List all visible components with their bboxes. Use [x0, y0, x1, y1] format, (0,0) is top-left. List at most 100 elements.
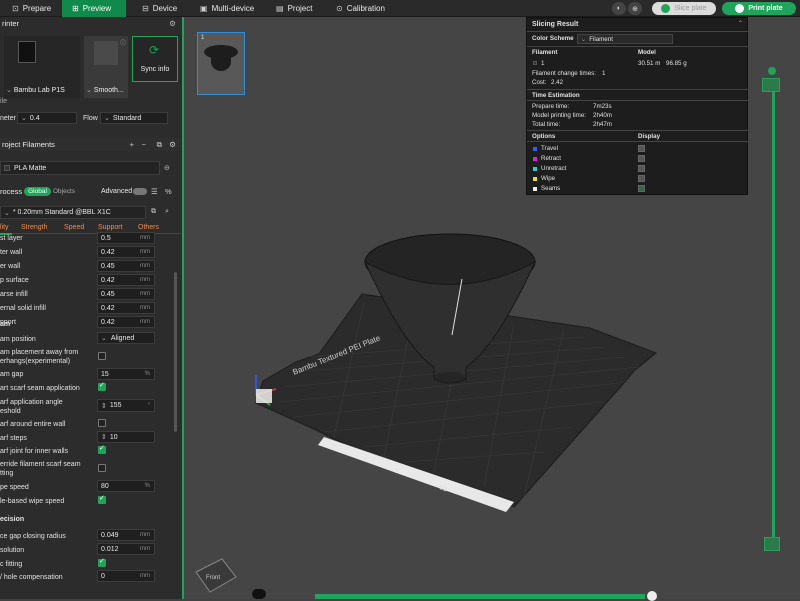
plate-thumbnail[interactable]: 1 [197, 32, 245, 95]
display-checkbox[interactable] [638, 165, 645, 172]
filament-column-header: Filament [532, 49, 558, 56]
scarf-around-checkbox[interactable] [98, 419, 106, 427]
option-swatch [533, 187, 537, 191]
camera-icon[interactable] [252, 589, 266, 599]
seam-position-select[interactable]: ⌄ Aligned [97, 332, 155, 344]
display-checkbox[interactable] [638, 185, 645, 192]
layer-slider-knob[interactable] [768, 67, 776, 75]
tab-preview[interactable]: ⊞ Preview [62, 0, 126, 17]
plate-name: Smooth... [93, 87, 124, 94]
scarf-around-label: arf around entire wall [0, 421, 66, 428]
add-filament-icon[interactable]: + [130, 140, 134, 149]
scarf-angle-stepper[interactable]: ⇕ 155 ° [97, 399, 155, 412]
filament-edit-icon[interactable]: ⊖ [164, 164, 170, 172]
device-icon: ⊟ [142, 4, 149, 13]
tab-prepare[interactable]: ⊡ Prepare [8, 0, 62, 17]
option-swatch [533, 177, 537, 181]
print-plate-button[interactable]: Print plate [722, 2, 796, 15]
view-toggle-icon[interactable]: ◐ [612, 2, 626, 15]
scarf-inner-checkbox[interactable] [98, 444, 106, 454]
tab-support[interactable]: Support [98, 224, 123, 231]
hole-compensation-input[interactable]: 0 mm [97, 570, 155, 582]
seam-placement-checkbox[interactable] [98, 352, 106, 360]
filament-index: 1 [541, 60, 545, 67]
top-toolbar: ⊡ Prepare ⊞ Preview ⊟ Device ▣ Multi-device … [0, 0, 800, 17]
wipe-speed-input[interactable]: 80% [97, 480, 155, 492]
wipe-speed-label: pe speed [0, 484, 29, 491]
tab-strength[interactable]: Strength [21, 224, 47, 231]
tab-calibration[interactable]: ⊙ Calibration [336, 0, 385, 17]
line-width-input[interactable]: 0.42 mm [97, 316, 155, 328]
line-width-input[interactable]: 0.45 mm [97, 260, 155, 272]
color-scheme-select[interactable]: ⌄ Filament [577, 34, 673, 44]
line-width-input[interactable]: 0.42 mm [97, 246, 155, 258]
filament-settings-icon[interactable]: ⚙ [169, 140, 176, 149]
plate-card[interactable]: ⓘ ⌄ Smooth... [84, 36, 128, 98]
seam-gap-input[interactable]: 15% [97, 368, 155, 380]
model-time-label: Model printing time: [532, 112, 586, 119]
filament-swatch [533, 61, 537, 65]
preview-icon: ⊞ [72, 4, 79, 13]
remove-filament-icon[interactable]: − [142, 140, 146, 149]
layer-slider-bottom-handle[interactable] [764, 537, 780, 551]
process-section-header: rocess Global Objects Advanced ☰ % [0, 185, 182, 198]
advanced-switch[interactable] [133, 188, 147, 195]
display-checkbox[interactable] [638, 145, 645, 152]
option-swatch [533, 167, 537, 171]
slice-plate-button[interactable]: Slice plate [652, 2, 716, 15]
move-slider-track[interactable] [315, 594, 645, 599]
tab-speed[interactable]: Speed [64, 224, 84, 231]
scarf-steps-stepper[interactable]: ⇕ 10 [97, 431, 155, 443]
filament-select[interactable]: PLA Matte [0, 161, 160, 175]
globe-icon[interactable]: ⊕ [628, 2, 642, 15]
sync-info-button[interactable]: ⟳ Sync info [132, 36, 178, 82]
advanced-label: Advanced [101, 188, 133, 195]
cost-value: 2.42 [551, 79, 564, 86]
info-icon[interactable]: ⓘ [120, 38, 126, 47]
scarf-seam-checkbox[interactable] [98, 381, 106, 391]
line-width-input[interactable]: 0.42 mm [97, 302, 155, 314]
printer-card[interactable]: ⌄ Bambu Lab P1S [4, 36, 80, 98]
tab-project[interactable]: ▤ Project [276, 0, 312, 17]
process-preset-select[interactable]: ⌄ * 0.20mm Standard @BBL X1C [0, 206, 146, 219]
collapse-icon[interactable]: ⌃ [738, 20, 743, 27]
display-checkbox[interactable] [638, 175, 645, 182]
display-checkbox[interactable] [638, 155, 645, 162]
layer-slider-top-handle[interactable] [762, 78, 780, 92]
settings-icon[interactable]: ⚙ [169, 19, 176, 28]
tab-others[interactable]: Others [138, 224, 159, 231]
plate-thumbnail-index: 1 [201, 35, 205, 41]
search-icon[interactable]: ⌕ [165, 208, 169, 216]
prepare-time-label: Prepare time: [532, 103, 570, 110]
line-width-label: arse infill [0, 291, 28, 298]
arc-fitting-checkbox[interactable] [98, 557, 106, 567]
override-scarf-label-2: tting [0, 470, 14, 477]
printer-name: Bambu Lab P1S [13, 87, 65, 94]
gap-closing-input[interactable]: 0.049 mm [97, 529, 155, 541]
tab-multi-device[interactable]: ▣ Multi-device [200, 0, 254, 17]
nozzle-diameter-select[interactable]: ⌄ 0.4 [17, 112, 77, 124]
tab-device[interactable]: ⊟ Device [142, 0, 177, 17]
resolution-input[interactable]: 0.012 mm [97, 543, 155, 555]
color-scheme-label: Color Scheme [532, 35, 574, 42]
layer-slider-track[interactable] [772, 80, 775, 545]
line-width-input[interactable]: 0.45 mm [97, 288, 155, 300]
sidebar-scrollbar[interactable] [174, 272, 177, 432]
percent-icon[interactable]: % [165, 187, 172, 196]
role-wipe-checkbox[interactable] [98, 494, 106, 504]
line-width-input[interactable]: 0.5 mm [97, 232, 155, 244]
edit-filament-icon[interactable]: ⧉ [157, 140, 162, 150]
seam-section-title: am [0, 321, 11, 328]
global-toggle[interactable]: Global [24, 187, 51, 196]
move-slider-handle[interactable] [647, 591, 657, 601]
tab-quality[interactable]: lity [0, 224, 9, 231]
override-scarf-checkbox[interactable] [98, 464, 106, 472]
flow-select[interactable]: ⌄ Standard [100, 112, 168, 124]
list-icon[interactable]: ☰ [151, 187, 158, 196]
objects-toggle[interactable]: Objects [53, 188, 75, 195]
nozzle-label: ile [0, 98, 8, 105]
line-width-input[interactable]: 0.42 mm [97, 274, 155, 286]
slicing-result-panel: Slicing Result ⌃ Color Scheme ⌄ Filament … [526, 17, 749, 195]
sync-icon: ⟳ [149, 43, 160, 57]
save-preset-icon[interactable]: ⧉ [151, 208, 156, 216]
